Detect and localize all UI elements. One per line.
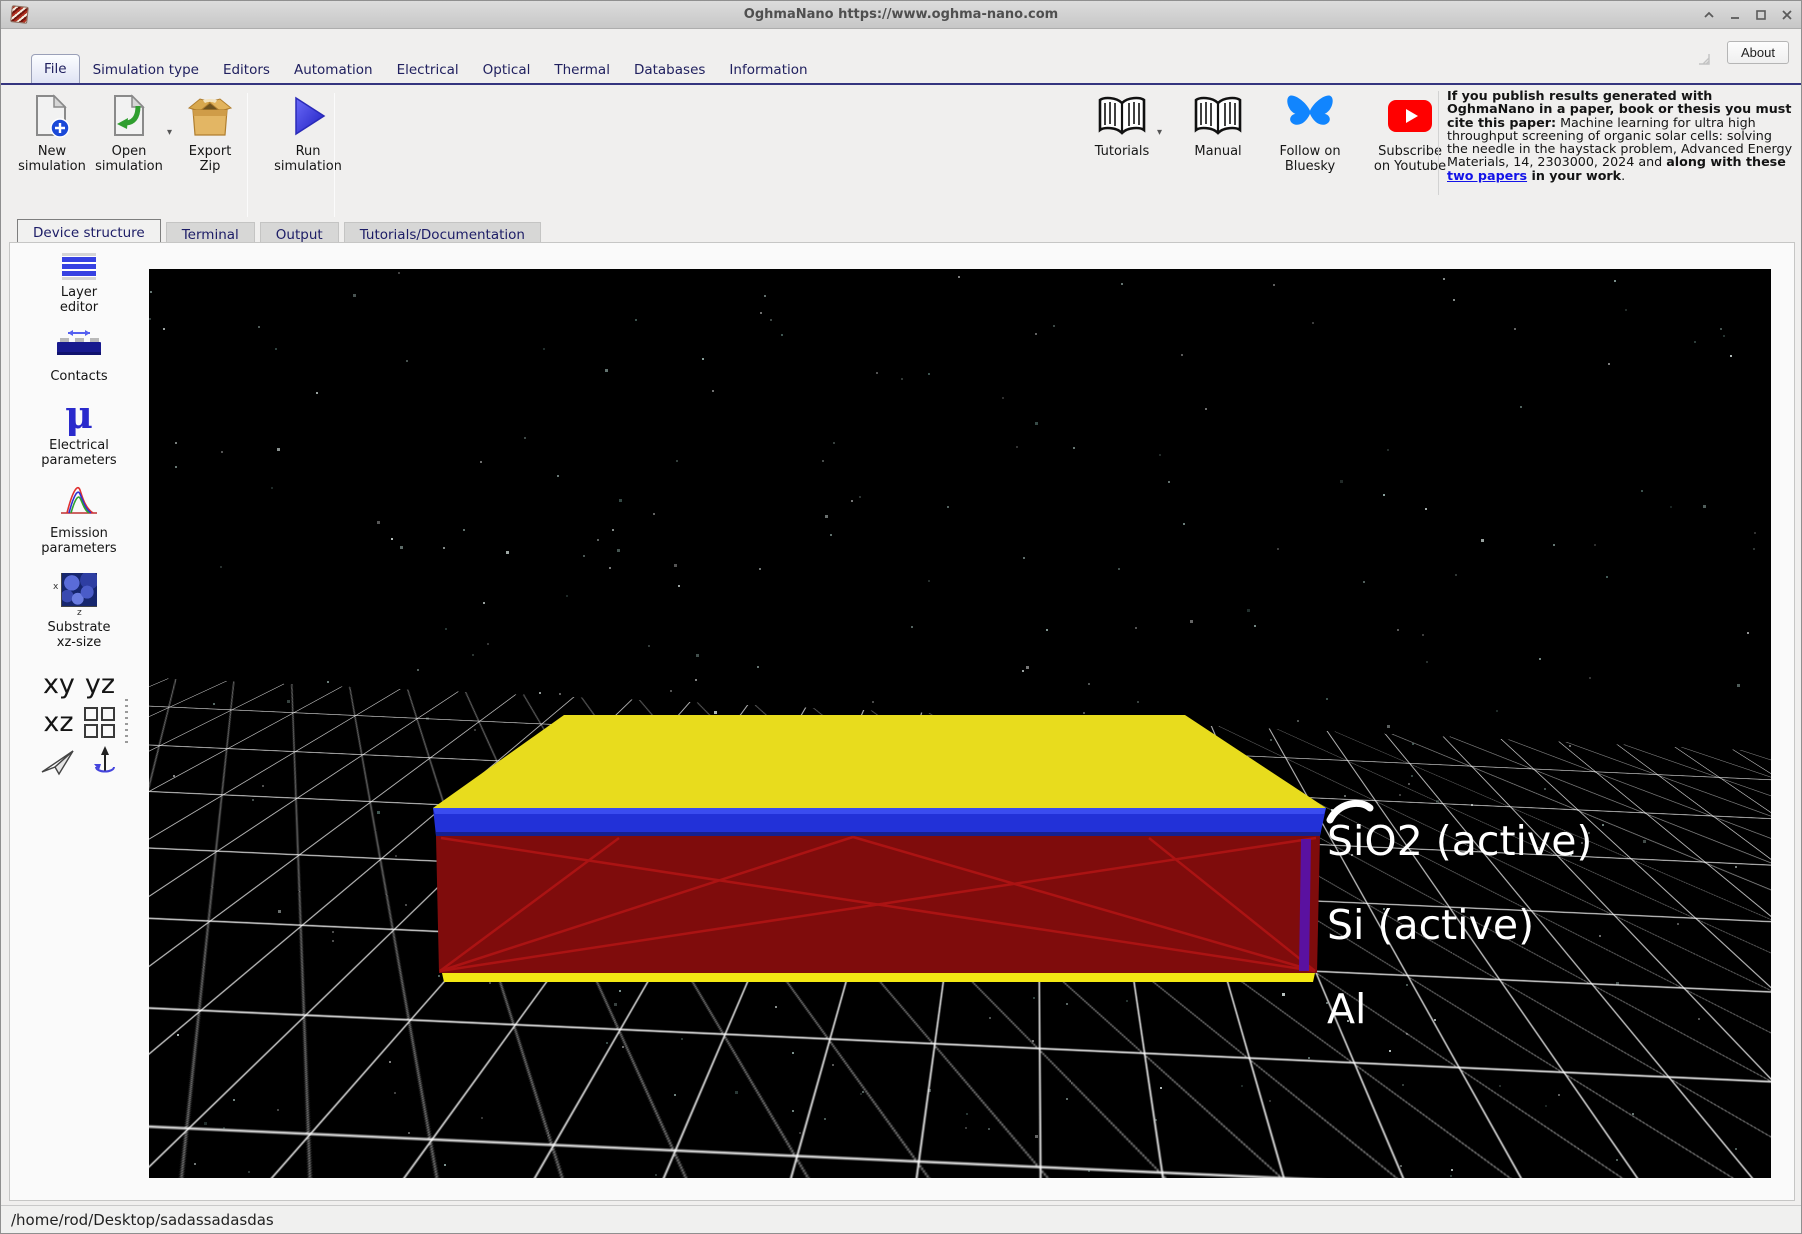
new-file-icon bbox=[30, 91, 74, 141]
export-zip-button[interactable]: Export Zip bbox=[174, 91, 246, 174]
about-button[interactable]: About bbox=[1727, 41, 1789, 64]
view-yz-button[interactable]: yz bbox=[85, 671, 115, 699]
contacts-icon bbox=[55, 328, 103, 364]
package-box-icon bbox=[187, 91, 233, 141]
play-icon bbox=[288, 91, 328, 141]
layer-label-sio2: SiO2 (active) bbox=[1327, 819, 1592, 863]
four-pane-view-button[interactable] bbox=[84, 707, 115, 738]
layer-editor-button[interactable]: Layer editor bbox=[60, 253, 98, 315]
view-xz-button[interactable]: xz bbox=[43, 709, 73, 737]
menu-tab-electrical[interactable]: Electrical bbox=[386, 57, 470, 83]
layer-label-si: Si (active) bbox=[1327, 903, 1534, 947]
open-simulation-button[interactable]: Open simulation bbox=[91, 91, 167, 174]
toolbar-separator bbox=[247, 93, 248, 217]
current-path: /home/rod/Desktop/sadassadasdas bbox=[11, 1211, 274, 1229]
resize-grip-icon bbox=[1698, 50, 1711, 69]
statusbar: /home/rod/Desktop/sadassadasdas bbox=[1, 1205, 1801, 1234]
layers-icon bbox=[62, 253, 96, 280]
tutorials-button[interactable]: Tutorials bbox=[1087, 91, 1157, 159]
youtube-icon bbox=[1386, 91, 1434, 141]
mu-icon: μ bbox=[65, 397, 93, 433]
pane-splitter-handle[interactable] bbox=[125, 695, 128, 743]
toolbar-separator bbox=[334, 93, 335, 217]
manual-button[interactable]: Manual bbox=[1186, 91, 1250, 159]
menu-tab-editors[interactable]: Editors bbox=[212, 57, 281, 83]
open-file-icon bbox=[107, 91, 151, 141]
menu-tab-simulation-type[interactable]: Simulation type bbox=[82, 57, 210, 83]
citation-notice: If you publish results generated with Og… bbox=[1447, 89, 1793, 182]
citation-bold-mid: along with these bbox=[1666, 154, 1786, 169]
toolbar-separator bbox=[1438, 91, 1439, 195]
run-simulation-button[interactable]: Run simulation bbox=[268, 91, 348, 174]
layer-right-edge bbox=[1299, 839, 1311, 971]
substrate-thumbnail-icon: xz bbox=[61, 573, 97, 607]
menu-tab-thermal[interactable]: Thermal bbox=[543, 57, 621, 83]
rotate-mode-button[interactable] bbox=[92, 746, 118, 782]
bluesky-butterfly-icon bbox=[1285, 91, 1335, 141]
titlebar: OghmaNano https://www.oghma-nano.com bbox=[1, 1, 1801, 29]
menu-tab-optical[interactable]: Optical bbox=[472, 57, 542, 83]
electrical-parameters-button[interactable]: μ Electrical parameters bbox=[41, 397, 116, 468]
maximize-button[interactable] bbox=[1755, 10, 1767, 20]
layer-label-al: Al bbox=[1327, 987, 1366, 1031]
minimize-button[interactable] bbox=[1729, 10, 1741, 20]
contacts-button[interactable]: Contacts bbox=[50, 328, 107, 384]
tutorials-dropdown[interactable]: ▾ bbox=[1157, 127, 1162, 138]
two-papers-link[interactable]: two papers bbox=[1447, 168, 1527, 183]
menu-tab-file[interactable]: File bbox=[31, 54, 80, 83]
spectrum-icon bbox=[58, 481, 100, 521]
layer-bottom-contact bbox=[442, 973, 1315, 982]
fly-mode-button[interactable] bbox=[40, 748, 76, 780]
ribbon: File Simulation type Editors Automation … bbox=[1, 29, 1801, 219]
menu-tab-information[interactable]: Information bbox=[718, 57, 818, 83]
shade-window-button[interactable] bbox=[1703, 10, 1715, 20]
youtube-button[interactable]: Subscribe on Youtube bbox=[1366, 91, 1454, 174]
view-xy-button[interactable]: xy bbox=[43, 671, 75, 699]
citation-period: . bbox=[1621, 168, 1625, 183]
app-window: OghmaNano https://www.oghma-nano.com Fil… bbox=[0, 0, 1802, 1234]
open-simulation-dropdown[interactable]: ▾ bbox=[167, 127, 172, 138]
emission-parameters-button[interactable]: Emission parameters bbox=[41, 481, 116, 556]
menubar: File Simulation type Editors Automation … bbox=[31, 41, 819, 83]
menu-tab-databases[interactable]: Databases bbox=[623, 57, 716, 83]
citation-bold-end: in your work bbox=[1527, 168, 1621, 183]
menu-tab-automation[interactable]: Automation bbox=[283, 57, 384, 83]
book-icon bbox=[1191, 91, 1245, 141]
3d-viewport[interactable]: SiO2 (active) Si (active) Al bbox=[149, 269, 1771, 1178]
view-controls: xy yz xz bbox=[40, 671, 118, 790]
close-button[interactable] bbox=[1781, 10, 1793, 20]
bluesky-button[interactable]: Follow on Bluesky bbox=[1268, 91, 1352, 174]
window-title: OghmaNano https://www.oghma-nano.com bbox=[1, 7, 1801, 22]
new-simulation-button[interactable]: New simulation bbox=[13, 91, 91, 174]
menu-underline bbox=[1, 83, 1801, 85]
substrate-xz-size-button[interactable]: xz Substrate xz-size bbox=[47, 569, 110, 650]
book-icon bbox=[1095, 91, 1149, 141]
toolbar: New simulation Open simulation ▾ Export … bbox=[1, 91, 1801, 217]
layer-top-contact bbox=[433, 715, 1326, 808]
device-structure-3d bbox=[149, 269, 1771, 1178]
